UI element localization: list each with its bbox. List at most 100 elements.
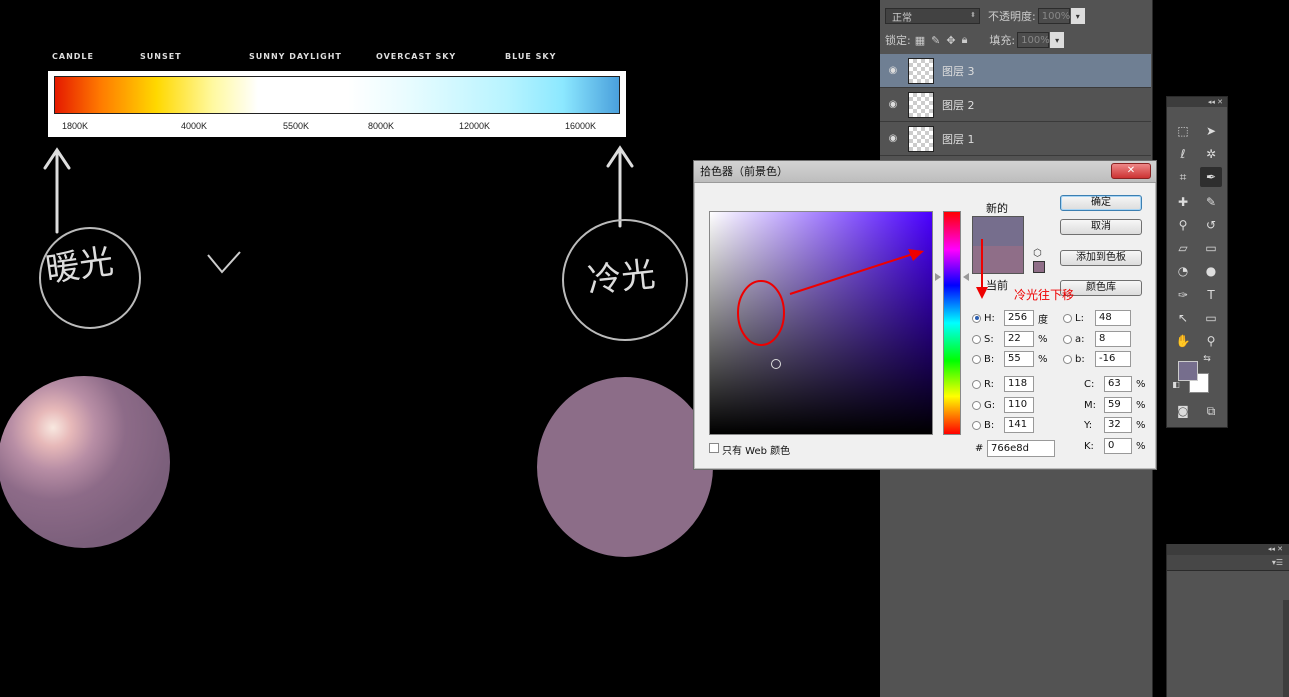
blend-mode-value: 正常 <box>892 12 912 24</box>
new-color-preview <box>972 216 1024 246</box>
lab-a-input[interactable]: 8 <box>1095 331 1131 347</box>
layer-row-3[interactable]: ◉ 图层 3 <box>880 54 1151 88</box>
hue-slider-handle-right[interactable] <box>963 273 969 281</box>
web-colors-only-label: 只有 Web 颜色 <box>722 446 791 457</box>
hue-input[interactable]: 256 <box>1004 310 1034 326</box>
lab-l-radio[interactable] <box>1063 313 1072 323</box>
current-color-label: 当前 <box>986 279 1008 292</box>
add-to-swatches-button[interactable]: 添加到色板 <box>1060 250 1142 266</box>
lock-all-icon[interactable]: 🔒︎ <box>962 33 968 47</box>
pen-tool-icon[interactable]: ✑ <box>1172 285 1194 305</box>
red-input[interactable]: 118 <box>1004 376 1034 392</box>
tools-panel: ◂◂ ✕ ⬚ ➤ ℓ ✲ ⌗ ✒ ✚ ✎ ⚲ ↺ ▱ ▭ ◔ ● ✑ T ↖ ▭… <box>1166 96 1228 428</box>
tools-panel-header[interactable]: ◂◂ ✕ <box>1167 97 1227 107</box>
layer-name: 图层 2 <box>942 98 975 112</box>
zoom-tool-icon[interactable]: ⚲ <box>1200 331 1222 351</box>
lab-l-input[interactable]: 48 <box>1095 310 1131 326</box>
swap-colors-icon[interactable]: ⇆ <box>1200 353 1214 365</box>
yellow-input[interactable]: 32 <box>1104 417 1132 433</box>
eyedropper-tool-icon[interactable]: ✒ <box>1200 167 1222 187</box>
clone-stamp-tool-icon[interactable]: ⚲ <box>1172 215 1194 235</box>
brush-tool-icon[interactable]: ✎ <box>1200 192 1222 212</box>
hue-slider-handle-left[interactable] <box>935 273 941 281</box>
lasso-tool-icon[interactable]: ℓ <box>1172 144 1194 164</box>
saturation-input[interactable]: 22 <box>1004 331 1034 347</box>
saturation-radio[interactable] <box>972 334 981 344</box>
saturation-field-row: S: 22 % <box>972 330 1048 348</box>
saturation-brightness-field[interactable] <box>709 211 933 435</box>
lock-transparent-icon[interactable]: ▦ <box>915 34 925 47</box>
red-field-row: R: 118 <box>972 375 1038 393</box>
layer-thumbnail <box>908 57 934 84</box>
cyan-input[interactable]: 63 <box>1104 376 1132 392</box>
gradient-tool-icon[interactable]: ▭ <box>1200 238 1222 258</box>
hue-slider[interactable] <box>943 211 961 435</box>
brightness-input[interactable]: 55 <box>1004 351 1034 367</box>
layer-name: 图层 1 <box>942 132 975 146</box>
panel-scrollbar[interactable] <box>1283 600 1289 697</box>
fill-dropdown-icon[interactable]: ▾ <box>1050 32 1065 48</box>
blue-field-row: B: 141 <box>972 416 1038 434</box>
blend-row: 正常 ⬍ 不透明度: 100% ▾ <box>880 4 1153 28</box>
move-tool-icon[interactable]: ➤ <box>1200 121 1222 141</box>
opacity-dropdown-icon[interactable]: ▾ <box>1070 8 1085 24</box>
cyan-field-row: C: 63 % <box>1084 375 1146 393</box>
cancel-button[interactable]: 取消 <box>1060 219 1142 235</box>
marquee-tool-icon[interactable]: ⬚ <box>1172 121 1194 141</box>
visibility-eye-icon[interactable]: ◉ <box>880 99 906 110</box>
opacity-label: 不透明度: <box>988 10 1036 23</box>
type-tool-icon[interactable]: T <box>1200 285 1222 305</box>
visibility-eye-icon[interactable]: ◉ <box>880 133 906 144</box>
layer-row-1[interactable]: ◉ 图层 1 <box>880 122 1151 156</box>
hue-radio[interactable] <box>972 313 981 323</box>
updown-icon: ⬍ <box>970 11 976 19</box>
layer-row-2[interactable]: ◉ 图层 2 <box>880 88 1151 122</box>
layer-name: 图层 3 <box>942 64 975 78</box>
lab-b-radio[interactable] <box>1063 354 1072 364</box>
opacity-input[interactable]: 100% <box>1037 8 1070 24</box>
lab-l-field-row: L: 48 <box>1063 309 1135 327</box>
fill-input[interactable]: 100% <box>1017 32 1050 48</box>
collapsed-panel-header[interactable]: ◂◂ ✕ <box>1167 544 1289 555</box>
hex-input[interactable]: 766e8d <box>987 440 1055 457</box>
blue-input[interactable]: 141 <box>1004 417 1034 433</box>
black-input[interactable]: 0 <box>1104 438 1132 454</box>
green-field-row: G: 110 <box>972 396 1038 414</box>
magenta-input[interactable]: 59 <box>1104 397 1132 413</box>
magic-wand-tool-icon[interactable]: ✲ <box>1200 144 1222 164</box>
lock-brush-icon[interactable]: ✎ <box>931 34 940 47</box>
percent-unit: % <box>1038 333 1048 345</box>
websafe-color-swatch[interactable] <box>1033 261 1045 273</box>
blend-mode-select[interactable]: 正常 ⬍ <box>885 8 980 24</box>
ok-button[interactable]: 确定 <box>1060 195 1142 211</box>
dodge-tool-icon[interactable]: ● <box>1200 261 1222 281</box>
screen-mode-icon[interactable]: ⧉ <box>1200 401 1222 421</box>
close-button[interactable]: ✕ <box>1111 163 1151 179</box>
cool-arrow <box>606 145 634 228</box>
path-selection-tool-icon[interactable]: ↖ <box>1172 308 1194 328</box>
lab-a-radio[interactable] <box>1063 334 1072 344</box>
blur-tool-icon[interactable]: ◔ <box>1172 261 1194 281</box>
color-selector-ring[interactable] <box>771 359 781 369</box>
lab-b-field-row: b: -16 <box>1063 350 1135 368</box>
blue-radio[interactable] <box>972 420 981 430</box>
red-radio[interactable] <box>972 379 981 389</box>
quick-mask-icon[interactable]: ◙ <box>1172 401 1194 421</box>
crop-tool-icon[interactable]: ⌗ <box>1172 167 1194 187</box>
history-brush-tool-icon[interactable]: ↺ <box>1200 215 1222 235</box>
foreground-color-swatch[interactable] <box>1178 361 1198 381</box>
green-radio[interactable] <box>972 400 981 410</box>
lab-b-input[interactable]: -16 <box>1095 351 1131 367</box>
brightness-radio[interactable] <box>972 354 981 364</box>
web-colors-only-checkbox[interactable] <box>709 443 719 453</box>
green-input[interactable]: 110 <box>1004 397 1034 413</box>
out-of-gamut-cube-icon[interactable]: ⬡ <box>1033 248 1042 259</box>
current-color-preview[interactable] <box>972 246 1024 274</box>
lock-move-icon[interactable]: ✥ <box>946 34 955 47</box>
panel-menu-icon[interactable]: ▾☰ <box>1167 555 1289 571</box>
eraser-tool-icon[interactable]: ▱ <box>1172 238 1194 258</box>
hand-tool-icon[interactable]: ✋ <box>1172 331 1194 351</box>
shape-tool-icon[interactable]: ▭ <box>1200 308 1222 328</box>
visibility-eye-icon[interactable]: ◉ <box>880 65 906 76</box>
healing-brush-tool-icon[interactable]: ✚ <box>1172 192 1194 212</box>
